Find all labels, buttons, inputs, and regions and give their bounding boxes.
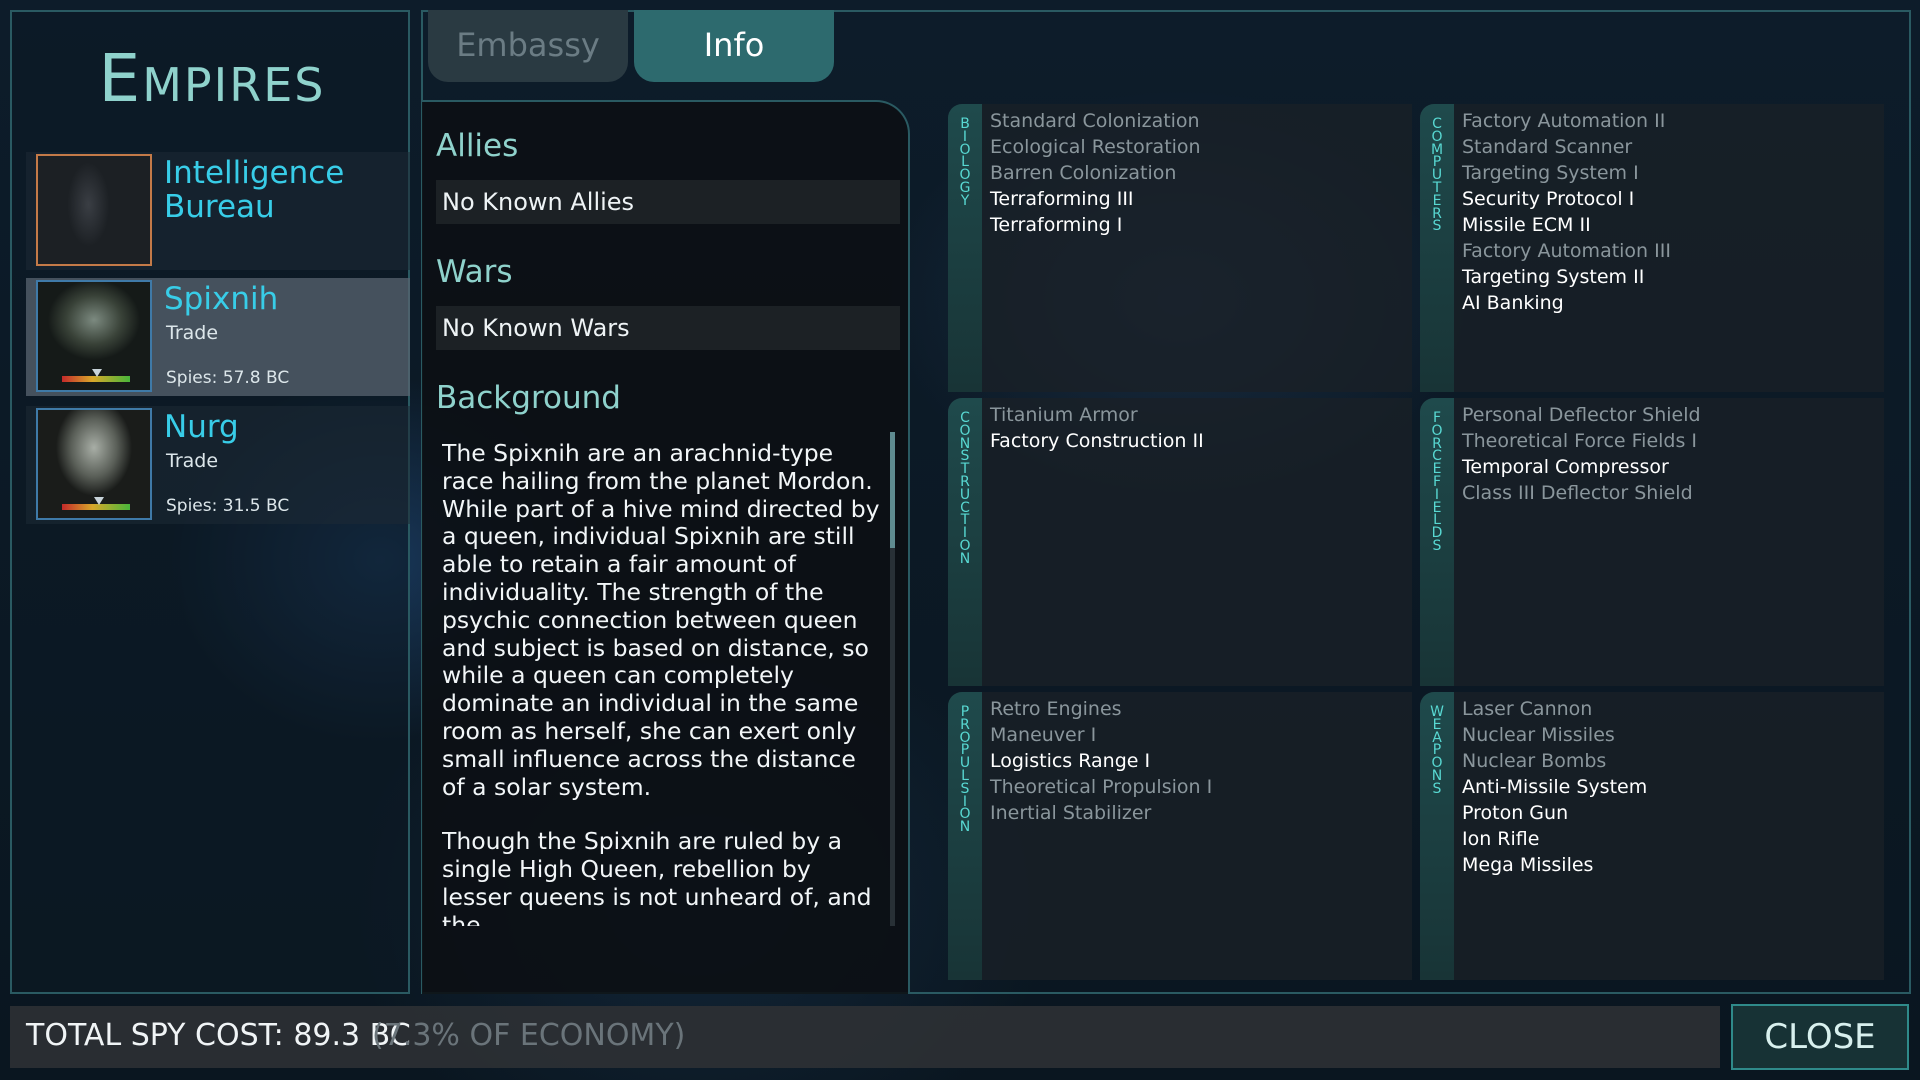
tech-item[interactable]: Personal Deflector Shield [1462, 402, 1701, 428]
tech-list: Titanium Armor Factory Construction II [990, 402, 1204, 454]
nurg-portrait [36, 408, 152, 520]
empires-title: Empires [98, 40, 326, 117]
tech-category-propulsion: PROPULSION Retro Engines Maneuver I Logist… [948, 692, 1412, 980]
tech-category-construction: CONSTRUCTION Titanium Armor Factory Const… [948, 398, 1412, 686]
tab-info[interactable]: Info [634, 10, 834, 82]
bureau-portrait [36, 154, 152, 266]
tech-category-forcefields: FORCEFIELDS Personal Deflector Shield The… [1420, 398, 1884, 686]
tech-item[interactable]: Class III Deflector Shield [1462, 480, 1701, 506]
empire-relation: Trade [166, 322, 219, 344]
category-label: WEAPONS [1430, 704, 1444, 797]
empire-spy-cost: Spies: 31.5 BC [166, 496, 290, 516]
tech-item[interactable]: Theoretical Force Fields I [1462, 428, 1701, 454]
tech-item[interactable]: Terraforming I [990, 212, 1201, 238]
tech-item[interactable]: Standard Scanner [1462, 134, 1671, 160]
tech-item[interactable]: Theoretical Propulsion I [990, 774, 1212, 800]
allies-heading: Allies [436, 128, 519, 164]
tech-list: Personal Deflector Shield Theoretical For… [1462, 402, 1701, 506]
empires-panel: Empires Intelligence Bureau Spixnih Trad… [10, 10, 410, 994]
empire-name: Nurg [164, 409, 239, 445]
background-heading: Background [436, 380, 621, 416]
empire-card-nurg[interactable]: Nurg Trade Spies: 31.5 BC [26, 406, 410, 524]
spy-cost-bar: TOTAL SPY COST: 89.3 BC (7.3% OF ECONOMY… [10, 1006, 1720, 1068]
spixnih-portrait [36, 280, 152, 392]
tech-item[interactable]: Nuclear Missiles [1462, 722, 1647, 748]
category-label: PROPULSION [959, 704, 971, 836]
tech-list: Retro Engines Maneuver I Logistics Range I… [990, 696, 1212, 826]
tech-item[interactable]: Proton Gun [1462, 800, 1647, 826]
category-label: COMPUTERS [1430, 116, 1444, 235]
tech-item[interactable]: Ecological Restoration [990, 134, 1201, 160]
tech-category-biology: BIOLOGY Standard Colonization Ecological … [948, 104, 1412, 392]
total-spy-cost: TOTAL SPY COST: 89.3 BC [26, 1018, 411, 1053]
tech-list: Laser Cannon Nuclear Missiles Nuclear Bomb… [1462, 696, 1647, 878]
relation-marker-icon [92, 369, 102, 377]
tab-embassy[interactable]: Embassy [428, 10, 628, 82]
tech-category-computers: COMPUTERS Factory Automation II Standard … [1420, 104, 1884, 392]
tech-item[interactable]: Nuclear Bombs [1462, 748, 1647, 774]
tech-item[interactable]: Retro Engines [990, 696, 1212, 722]
tech-item[interactable]: Inertial Stabilizer [990, 800, 1212, 826]
tech-item[interactable]: Factory Automation III [1462, 238, 1671, 264]
tech-item[interactable]: Ion Rifle [1462, 826, 1647, 852]
tech-item[interactable]: Missile ECM II [1462, 212, 1671, 238]
background-paragraph: The Spixnih are an arachnid-type race ha… [442, 440, 880, 801]
background-scroll-thumb[interactable] [890, 432, 895, 548]
tech-item[interactable]: Targeting System II [1462, 264, 1671, 290]
tech-item[interactable]: Temporal Compressor [1462, 454, 1701, 480]
wars-heading: Wars [436, 254, 513, 290]
category-label: FORCEFIELDS [1431, 410, 1443, 554]
background-text: The Spixnih are an arachnid-type race ha… [442, 440, 880, 926]
empire-details: Allies No Known Allies Wars No Known War… [422, 100, 910, 994]
wars-value: No Known Wars [436, 306, 900, 350]
background-paragraph: Though the Spixnih are ruled by a single… [442, 827, 872, 926]
empire-spy-cost: Spies: 57.8 BC [166, 368, 290, 388]
tech-item[interactable]: Standard Colonization [990, 108, 1201, 134]
tech-item[interactable]: Security Protocol I [1462, 186, 1671, 212]
tech-list: Factory Automation II Standard Scanner Tar… [1462, 108, 1671, 316]
empire-relation: Trade [166, 450, 219, 472]
tech-item[interactable]: Factory Automation II [1462, 108, 1671, 134]
category-label: BIOLOGY [959, 116, 971, 209]
empire-card-spixnih[interactable]: Spixnih Trade Spies: 57.8 BC [26, 278, 410, 396]
economy-percentage: (7.3% OF ECONOMY) [372, 1018, 686, 1053]
tech-list: Standard Colonization Ecological Restorat… [990, 108, 1201, 238]
relation-marker-icon [94, 497, 104, 505]
empire-card-intelligence-bureau[interactable]: Intelligence Bureau [26, 152, 410, 270]
empire-name: Spixnih [164, 281, 279, 317]
empire-name: Intelligence Bureau [164, 155, 345, 225]
close-button[interactable]: CLOSE [1731, 1004, 1909, 1070]
tech-item[interactable]: Barren Colonization [990, 160, 1201, 186]
tech-item[interactable]: Targeting System I [1462, 160, 1671, 186]
tech-item[interactable]: AI Banking [1462, 290, 1671, 316]
tech-item[interactable]: Maneuver I [990, 722, 1212, 748]
tech-item[interactable]: Terraforming III [990, 186, 1201, 212]
tech-item[interactable]: Mega Missiles [1462, 852, 1647, 878]
allies-value: No Known Allies [436, 180, 900, 224]
tech-item[interactable]: Factory Construction II [990, 428, 1204, 454]
tech-item[interactable]: Anti-Missile System [1462, 774, 1647, 800]
tech-category-weapons: WEAPONS Laser Cannon Nuclear Missiles Nucl… [1420, 692, 1884, 980]
tech-item[interactable]: Titanium Armor [990, 402, 1204, 428]
category-label: CONSTRUCTION [959, 410, 971, 567]
tech-item[interactable]: Logistics Range I [990, 748, 1212, 774]
tech-item[interactable]: Laser Cannon [1462, 696, 1647, 722]
